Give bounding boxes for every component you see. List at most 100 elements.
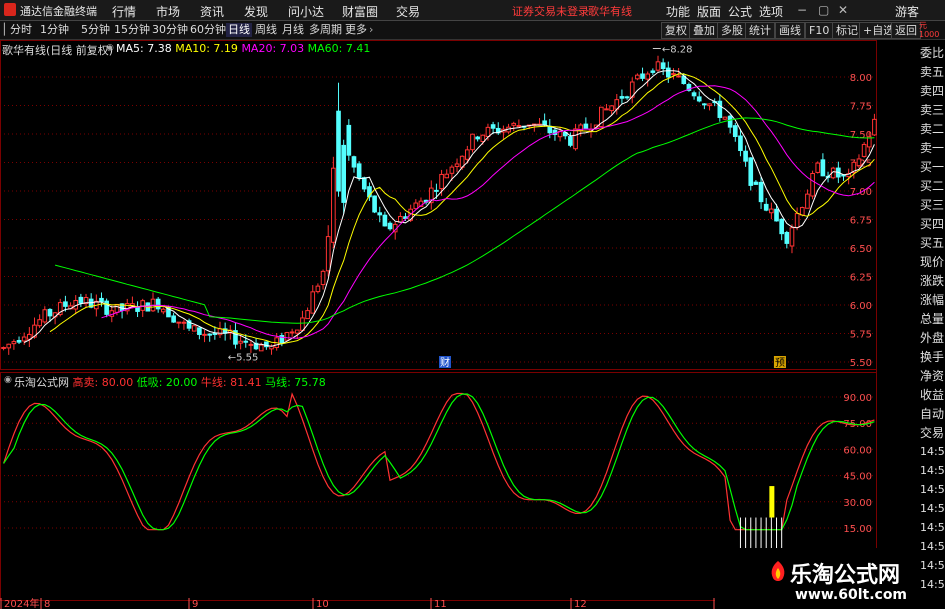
ma5-label: MA5: 7.38 [116,42,172,55]
menu-item-news[interactable]: 资讯 [200,3,224,20]
candle-body [11,341,17,345]
side-panel-item: 换手 [920,350,945,364]
candle-body [645,73,651,80]
candle-body [573,128,578,150]
guest-label[interactable]: 游客 [895,3,919,20]
tool-f10[interactable]: F10 [805,22,834,39]
menu-item-trade[interactable]: 交易 [396,3,420,20]
side-panel-item: 交易 [920,426,945,440]
period-1min[interactable]: 1分钟 [38,23,71,37]
price-tick-label: 6.00 [850,301,872,312]
candle-body [738,135,743,152]
minimize-icon[interactable]: − [797,3,807,17]
maximize-icon[interactable]: ▢ [818,3,829,17]
candle-body [743,150,748,162]
candle-body [315,285,321,293]
side-panel-item: 卖五 [920,65,945,79]
candle-body [604,108,609,111]
param-bull-line: 牛线: 81.41 [200,376,262,389]
candle-body [114,303,120,313]
menu-item-layout[interactable]: 版面 [697,3,721,20]
candle-body [490,124,496,129]
menu-item-formula[interactable]: 公式 [728,3,752,20]
tool-mark[interactable]: 标记 [832,22,862,39]
candle-body [799,207,805,216]
login-warning[interactable]: 证券交易未登录 [512,3,589,19]
candle-body [696,96,702,102]
watermark-title: 乐淘公式网 [790,563,901,588]
indicator-title: 乐淘公式网 [14,376,69,389]
tool-multi-stock[interactable]: 多股 [717,22,747,39]
period-more[interactable]: 更多 [343,23,369,37]
period-15min[interactable]: 15分钟 [112,23,152,37]
candle-body [341,144,346,203]
candle-body [294,329,300,334]
period-multi[interactable]: 多周期 [307,23,344,37]
candle-body [789,227,795,247]
menu-item-market[interactable]: 市场 [156,3,180,20]
period-intraday[interactable]: 分时 [8,23,34,37]
menu-item-quotes[interactable]: 行情 [112,3,136,20]
tool-adjust[interactable]: 复权 [661,22,691,39]
period-30min[interactable]: 30分钟 [150,23,190,37]
candle-body [16,339,22,343]
kline-chart[interactable]: 8.007.757.507.257.006.756.506.256.005.75… [0,40,918,609]
candle-body [820,159,826,177]
tool-back[interactable]: 返回 [891,22,921,39]
menu-item-wealth[interactable]: 财富圈 [342,3,378,20]
tool-draw-line[interactable]: 画线 [775,22,805,39]
ma60-line [54,117,875,324]
indicator-tick-label: 90.00 [843,393,872,404]
side-panel-item: 自动 [920,407,945,421]
x-axis-label: 11 [434,599,447,609]
side-panel-item: 14:56 [920,445,945,458]
candle-body [815,162,821,173]
sub-settings-icon[interactable]: ◉ [4,375,12,385]
side-panel-item: 买四 [920,217,945,231]
candle-body [351,156,357,168]
side-panel-item: 涨跌 [920,274,945,288]
x-axis-label: 8 [44,599,50,609]
candle-body [722,116,728,120]
candle-body [78,296,84,304]
candle-body [305,310,310,320]
period-weekly[interactable]: 周线 [253,23,279,37]
candle-body [176,321,182,324]
menu-bar: 通达信金融终端 行情 市场 资讯 发现 问小达 财富圈 交易 证券交易未登录 歌… [0,0,945,21]
more-chevron-icon[interactable]: › [367,23,375,37]
menu-item-options[interactable]: 选项 [759,3,783,20]
candle-body [104,300,109,315]
settings-dot-icon[interactable]: ◉ [106,43,114,53]
ma-legend: MA5: 7.38 MA10: 7.19 MA20: 7.03 MA60: 7.… [116,42,370,55]
menu-item-function[interactable]: 功能 [666,3,690,20]
menu-item-discover[interactable]: 发现 [244,3,268,20]
side-panel-item: 14:56 [920,559,945,572]
period-5min[interactable]: 5分钟 [79,23,112,37]
side-panel-item: 卖二 [920,122,945,136]
tool-statistics[interactable]: 统计 [745,22,775,39]
candle-body [717,100,723,118]
param-horse-line: 马线: 75.78 [265,376,326,389]
candle-body [671,73,676,76]
candle-body [635,74,640,80]
period-monthly[interactable]: 月线 [280,23,306,37]
candle-body [289,331,295,334]
period-60min[interactable]: 60分钟 [188,23,228,37]
candle-body [542,120,547,126]
indicator-tick-label: 15.00 [843,524,872,535]
side-panel-item: 14:56 [920,521,945,534]
candle-body [665,67,671,78]
candle-body [434,189,439,192]
candle-body [516,125,522,128]
menu-item-ask[interactable]: 问小达 [288,3,324,20]
close-icon[interactable]: ✕ [838,3,848,17]
tool-overlay[interactable]: 叠加 [689,22,719,39]
period-daily[interactable]: 日线 [226,23,252,37]
side-panel-item: 买三 [920,198,945,212]
candle-body [805,193,810,209]
price-tick-label: 8.00 [850,73,872,84]
candle-body [485,126,491,137]
side-panel-item: 14:56 [920,464,945,477]
price-tick-label: 6.75 [850,216,872,227]
side-panel-item: 净资 [920,369,945,383]
